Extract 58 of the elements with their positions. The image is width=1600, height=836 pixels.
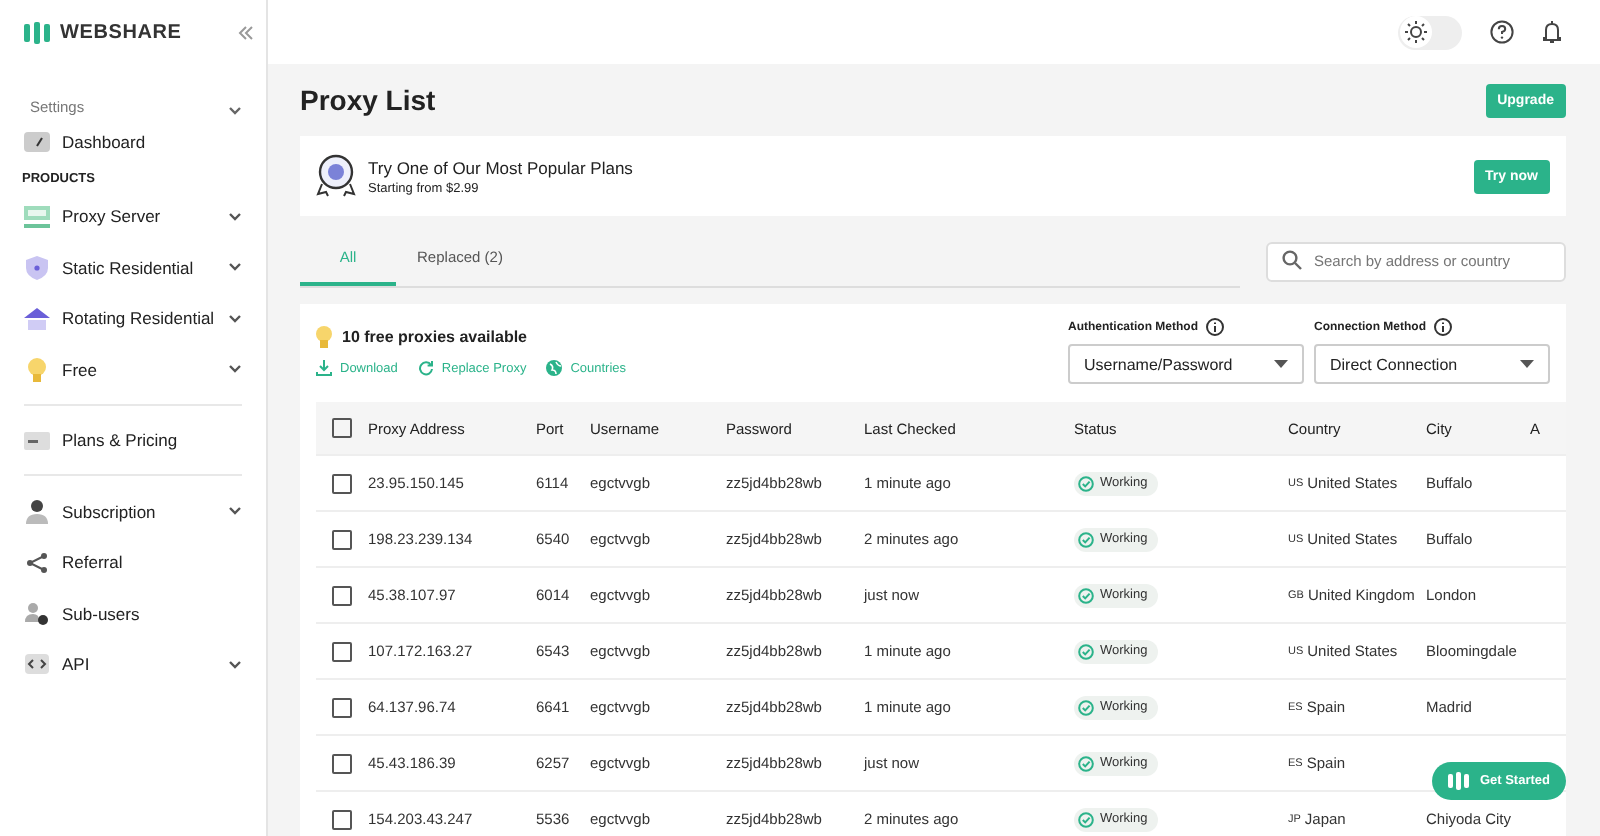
nav-item[interactable]: Rotating Residential [24, 293, 242, 344]
help-icon[interactable] [1490, 20, 1514, 44]
promo-title: Try One of Our Most Popular Plans [368, 157, 635, 177]
checkbox[interactable] [332, 809, 352, 829]
server-icon [24, 205, 50, 228]
checkbox[interactable] [332, 585, 352, 605]
users-icon [24, 601, 50, 626]
refresh-icon [417, 360, 434, 376]
shield-icon [24, 255, 50, 280]
dropdown[interactable]: Username/Password [1068, 344, 1304, 384]
download-icon [316, 360, 332, 376]
collapse-icon[interactable] [238, 25, 254, 39]
nav-item[interactable]: Free [24, 344, 242, 395]
brand-name: WEBSHARE [60, 21, 182, 43]
badge-icon [316, 154, 356, 198]
page-title: Proxy List [300, 84, 436, 116]
house-icon [24, 307, 50, 330]
theme-toggle[interactable] [1398, 15, 1462, 49]
logo-icon [1447, 772, 1470, 790]
caret-icon [1274, 360, 1288, 368]
bulb-icon [24, 357, 50, 382]
free-proxies-count: 10 free proxies available [342, 328, 527, 346]
checkbox[interactable] [332, 753, 352, 773]
nav-item[interactable]: Static Residential [24, 242, 242, 293]
logo-icon [24, 21, 52, 43]
info-icon[interactable] [1434, 318, 1452, 336]
info-icon[interactable] [1206, 318, 1224, 336]
code-icon [24, 654, 50, 675]
checkbox[interactable] [332, 697, 352, 717]
check-icon [1078, 811, 1094, 827]
check-icon [1078, 531, 1094, 547]
check-icon [1078, 587, 1094, 603]
checkbox[interactable] [332, 473, 352, 493]
checkbox[interactable] [332, 641, 352, 661]
nav-item[interactable]: Referral [24, 537, 242, 588]
share-icon [24, 551, 50, 574]
nav-item[interactable]: Proxy Server [24, 191, 242, 242]
check-icon [1078, 643, 1094, 659]
chevron-icon[interactable] [228, 106, 242, 116]
card-icon [24, 431, 50, 450]
nav-item[interactable]: Sub-users [24, 588, 242, 639]
nav-item[interactable]: Subscription [24, 486, 242, 537]
caret-icon [1520, 360, 1534, 368]
checkbox[interactable] [332, 529, 352, 549]
nav-item[interactable]: Dashboard [24, 116, 242, 167]
bell-icon[interactable] [1542, 20, 1562, 44]
bulb-icon [316, 326, 332, 348]
nav-item[interactable]: API [24, 639, 242, 690]
dropdown[interactable]: Direct Connection [1314, 344, 1550, 384]
person-icon [24, 499, 50, 524]
nav-item[interactable]: Plans & Pricing [24, 415, 242, 466]
checkbox[interactable] [332, 418, 352, 438]
check-icon [1078, 475, 1094, 491]
globe-icon [546, 360, 563, 376]
gauge-icon [24, 131, 50, 152]
check-icon [1078, 699, 1094, 715]
sun-icon [1400, 16, 1432, 48]
check-icon [1078, 755, 1094, 771]
